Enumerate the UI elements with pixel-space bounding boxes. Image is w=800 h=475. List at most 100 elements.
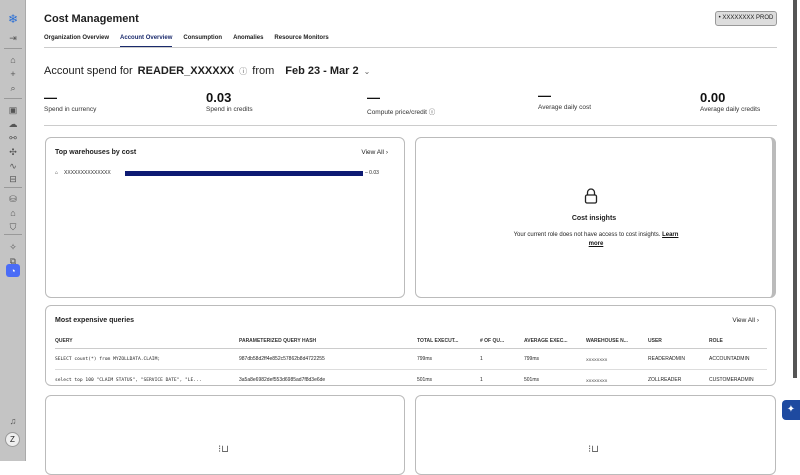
projects-icon[interactable]: ▣ bbox=[6, 103, 20, 117]
info-icon[interactable]: ⓘ bbox=[239, 66, 247, 77]
divider bbox=[4, 98, 22, 99]
divider bbox=[44, 125, 777, 126]
search-icon[interactable]: ⌕ bbox=[6, 81, 20, 95]
metric-value: — bbox=[367, 90, 380, 105]
metric-value: — bbox=[44, 90, 57, 105]
monitoring-icon[interactable]: ∿ bbox=[6, 159, 20, 173]
query-count-cell: 1 bbox=[480, 348, 524, 370]
warehouse-cost-bar bbox=[125, 171, 363, 176]
avg-exec-cell: 501ms bbox=[524, 377, 540, 383]
warehouse-row: ⌂ XXXXXXXXXXXXXX – 0.03 bbox=[55, 170, 385, 176]
notifications-icon[interactable]: ♫ bbox=[6, 414, 20, 428]
tab-anomalies[interactable]: Anomalies bbox=[233, 35, 263, 47]
hash-cell: 987db58d2ff4e852c57862b8d4722255 bbox=[239, 348, 417, 370]
metric-label: Average daily credits bbox=[700, 106, 761, 113]
column-header[interactable]: AVERAGE EXEC... bbox=[524, 334, 586, 349]
share-icon[interactable]: ⚯ bbox=[6, 131, 20, 145]
top-warehouses-card: Top warehouses by cost View All › ⌂ XXXX… bbox=[45, 137, 405, 298]
avatar[interactable]: Z bbox=[5, 432, 20, 447]
shield-icon[interactable]: ⛉ bbox=[6, 220, 20, 234]
tab-consumption[interactable]: Consumption bbox=[183, 35, 222, 47]
assistant-button[interactable]: ✦ bbox=[782, 400, 800, 420]
warehouse-icon: ⌂ bbox=[55, 170, 59, 176]
tab-resource-monitors[interactable]: Resource Monitors bbox=[274, 35, 328, 47]
queries-table: QUERY PARAMETERIZED QUERY HASH TOTAL EXE… bbox=[55, 334, 767, 390]
user-cell: ZOLLREADER bbox=[648, 377, 682, 383]
column-header[interactable]: WAREHOUSE N... bbox=[586, 334, 648, 349]
tab-bar: Organization Overview Account Overview C… bbox=[44, 35, 777, 48]
column-header[interactable]: # OF QU... bbox=[480, 334, 524, 349]
expensive-queries-card: Most expensive queries View All › QUERY … bbox=[45, 305, 776, 386]
card-title: Most expensive queries bbox=[55, 317, 134, 324]
column-header[interactable]: QUERY bbox=[55, 334, 239, 349]
user-cell: READERADMIN bbox=[648, 348, 709, 370]
metric-spend-currency: — Spend in currency bbox=[44, 90, 96, 113]
warehouse-cell: XXXXXXXX bbox=[586, 348, 648, 370]
divider bbox=[4, 234, 22, 235]
account-name: READER_XXXXXX bbox=[137, 65, 235, 77]
spark-icon[interactable]: ✧ bbox=[6, 240, 20, 254]
hash-cell: 3a5a8e6982def553d6985ad7f8d3e6de bbox=[239, 377, 326, 383]
sidebar: ❄ ⇥ ⌂ + ⌕ ▣ ☁ ⚯ ✣ ∿ ⊟ ⛁ ⌂ ⛉ ✧ ⧉ ◔ ♫ Z bbox=[0, 0, 26, 461]
main-content: Cost Management • XXXXXXXX PROD Organiza… bbox=[26, 0, 790, 475]
spend-from: from bbox=[252, 65, 275, 77]
query-count-cell: 1 bbox=[480, 377, 483, 383]
metric-label: Compute price/credit bbox=[367, 109, 427, 116]
role-cell: CUSTOMERADMIN bbox=[709, 377, 754, 383]
metric-label: Average daily cost bbox=[538, 104, 591, 111]
view-all-warehouses-link[interactable]: View All › bbox=[361, 149, 388, 156]
column-header[interactable]: PARAMETERIZED QUERY HASH bbox=[239, 334, 417, 349]
tab-account-overview[interactable]: Account Overview bbox=[120, 35, 173, 47]
total-exec-cell: 799ms bbox=[417, 348, 480, 370]
divider bbox=[4, 187, 22, 188]
snowflake-logo-icon[interactable]: ❄ bbox=[6, 12, 20, 26]
metric-value: 0.00 bbox=[700, 90, 726, 105]
cost-insights-card: Cost insights Your current role does not… bbox=[415, 137, 776, 298]
role-cell: ACCOUNTADMIN bbox=[709, 348, 767, 370]
metric-label: Spend in credits bbox=[206, 106, 253, 113]
metric-spend-credits: 0.03 Spend in credits bbox=[206, 90, 253, 113]
empty-card-left: ⁝⊔ bbox=[45, 395, 405, 475]
total-exec-cell: 501ms bbox=[417, 377, 433, 383]
home-icon[interactable]: ⌂ bbox=[6, 53, 20, 67]
metric-avg-daily-credits: 0.00 Average daily credits bbox=[700, 90, 760, 113]
marketplace-icon[interactable]: ⌂ bbox=[6, 206, 20, 220]
spend-prefix: Account spend for bbox=[44, 65, 133, 77]
view-all-queries-link[interactable]: View All › bbox=[732, 317, 759, 324]
metric-value: 0.03 bbox=[206, 90, 232, 105]
expand-sidebar-icon[interactable]: ⇥ bbox=[6, 31, 20, 45]
card-title: Top warehouses by cost bbox=[55, 149, 137, 156]
database-icon[interactable]: ⛁ bbox=[6, 192, 20, 206]
chevron-down-icon[interactable]: ⌄ bbox=[364, 67, 371, 76]
warehouse-name: XXXXXXXXXXXXXX bbox=[64, 170, 111, 176]
metric-compute-price: — Compute price/credit ⓘ bbox=[367, 90, 435, 116]
column-header[interactable]: TOTAL EXECUT... bbox=[417, 334, 480, 349]
account-spend-heading: Account spend for READER_XXXXXX ⓘ from F… bbox=[44, 65, 370, 77]
lock-icon bbox=[584, 188, 598, 204]
tab-organization-overview[interactable]: Organization Overview bbox=[44, 35, 109, 47]
warehouse-cost-value: – 0.03 bbox=[365, 170, 379, 176]
plus-icon[interactable]: + bbox=[6, 67, 20, 81]
empty-card-right: ⁝⊔ bbox=[415, 395, 776, 475]
query-cell: select top 100 "CLAIM STATUS", "SERVICE … bbox=[55, 377, 202, 383]
table-row[interactable]: select top 100 "CLAIM STATUS", "SERVICE … bbox=[55, 370, 767, 391]
metric-value: — bbox=[538, 88, 551, 103]
cost-insights-message: Your current role does not have access t… bbox=[513, 232, 679, 247]
ai-icon[interactable]: ✣ bbox=[6, 145, 20, 159]
data-icon[interactable]: ☁ bbox=[6, 117, 20, 131]
column-header[interactable]: USER bbox=[648, 334, 709, 349]
cost-management-icon[interactable]: ◔ bbox=[6, 264, 20, 277]
account-selector-button[interactable]: • XXXXXXXX PROD bbox=[715, 11, 777, 26]
column-header[interactable]: ROLE bbox=[709, 334, 767, 349]
query-cell: SELECT count(*) from MYZOLLDATA.CLAIM; bbox=[55, 348, 239, 370]
date-range-selector[interactable]: Feb 23 - Mar 2 bbox=[285, 65, 358, 77]
metric-avg-daily-cost: — Average daily cost bbox=[538, 88, 591, 111]
metric-label: Spend in currency bbox=[44, 106, 97, 113]
scrollbar[interactable] bbox=[793, 0, 797, 378]
admin-icon[interactable]: ⊟ bbox=[6, 172, 20, 186]
page-title: Cost Management bbox=[44, 13, 139, 25]
info-icon[interactable]: ⓘ bbox=[429, 109, 436, 116]
divider bbox=[4, 48, 22, 49]
warehouse-cell: XXXXXXXX bbox=[586, 377, 608, 383]
table-row[interactable]: SELECT count(*) from MYZOLLDATA.CLAIM; 9… bbox=[55, 348, 767, 370]
